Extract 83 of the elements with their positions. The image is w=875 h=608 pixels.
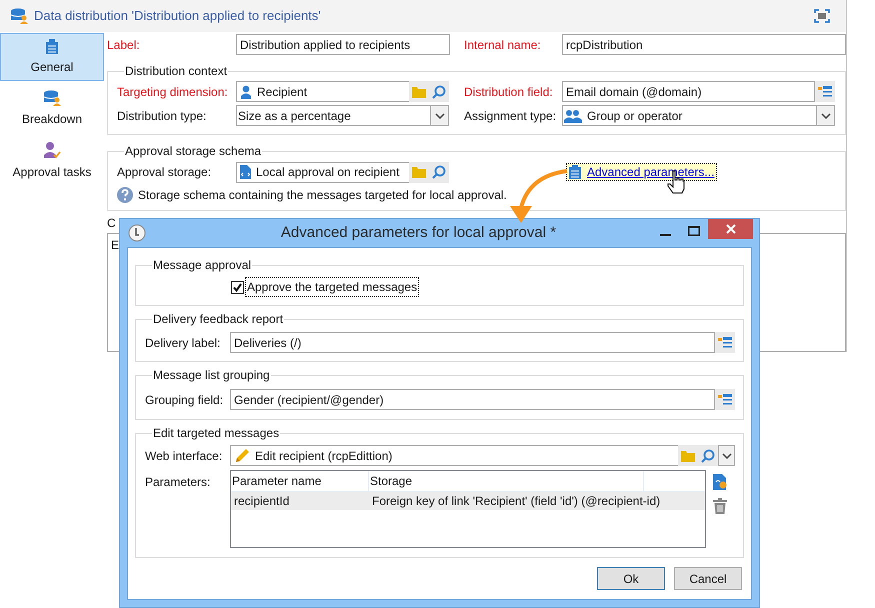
field-label: Approval storage:: [117, 164, 212, 181]
database-icon: [43, 90, 61, 106]
caret-icon: [722, 452, 732, 458]
input-field[interactable]: rcpDistribution: [562, 34, 846, 55]
add-document-icon: [713, 474, 727, 490]
input-field[interactable]: Gender (recipient/@gender): [230, 389, 715, 410]
pencil-icon: [234, 448, 250, 464]
input-field[interactable]: Distribution applied to recipients: [236, 34, 450, 55]
window-title: Data distribution 'Distribution applied to recipients': [34, 7, 321, 26]
sidebar-tab[interactable]: General: [0, 33, 104, 81]
close-icon: [726, 224, 736, 234]
field-label: Delivery label:: [145, 334, 222, 352]
group-title: Edit targeted messages: [152, 425, 280, 442]
table-cell-text: recipientId: [233, 493, 290, 510]
search-button[interactable]: [429, 162, 449, 182]
input-field[interactable]: Recipient: [236, 81, 409, 102]
field-label: Distribution type:: [117, 108, 208, 124]
document-icon: [240, 165, 251, 179]
table-cell-text: Foreign key of link 'Recipient' (field 'id') (@recipient-id): [371, 493, 660, 510]
folder-icon: [412, 86, 426, 98]
minimize-icon: [660, 234, 671, 236]
folder-icon: [412, 166, 426, 178]
input-field[interactable]: Local approval on recipient: [236, 162, 409, 182]
clipboard-icon: [46, 38, 58, 54]
input-field[interactable]: Email domain (@domain): [562, 81, 815, 102]
column-header[interactable]: Parameter name: [231, 471, 369, 491]
group-title: Message list grouping: [152, 367, 271, 384]
folder-button[interactable]: [409, 162, 429, 182]
field-label: Label:: [107, 36, 141, 54]
dropdown[interactable]: Size as a percentage: [236, 105, 449, 126]
dialog-title: Advanced parameters for local approval *: [280, 222, 558, 243]
field-label: Parameters:: [145, 474, 212, 491]
sidebar-tab[interactable]: Approval tasks: [0, 137, 104, 185]
checkbox[interactable]: [231, 280, 244, 294]
dialog-button[interactable]: Cancel: [674, 567, 742, 590]
dialog-button[interactable]: Ok: [597, 567, 665, 590]
sidebar-tab[interactable]: Breakdown: [0, 85, 104, 133]
curved-arrow: [507, 168, 569, 224]
group-title: Message approval: [152, 257, 252, 274]
maximize-icon: [688, 226, 700, 236]
expression-button[interactable]: [715, 332, 735, 353]
dropdown[interactable]: Group or operator: [562, 105, 835, 126]
fullscreen-icon: [814, 9, 830, 23]
field-label: Distribution field:: [464, 84, 554, 100]
input-field[interactable]: Edit recipient (rcpEdittion): [230, 445, 678, 466]
app-icon: [128, 224, 146, 242]
dropdown-button[interactable]: [718, 445, 735, 466]
person-check-icon: [43, 141, 61, 159]
group-title: Approval storage schema: [124, 143, 262, 160]
check-icon: [233, 282, 242, 292]
expression-button[interactable]: [815, 81, 835, 102]
field-label: Assignment type:: [464, 108, 558, 124]
close-button[interactable]: [708, 219, 753, 239]
field-label: Targeting dimension:: [117, 84, 229, 100]
list-icon: [718, 336, 732, 348]
input-field[interactable]: Deliveries (/): [230, 332, 715, 353]
group-title: Delivery feedback report: [152, 311, 284, 328]
caret-icon: [434, 112, 444, 118]
caret-icon: [820, 112, 830, 118]
field-label: Web interface:: [145, 448, 224, 464]
search-icon: [432, 84, 446, 98]
search-icon: [701, 448, 715, 462]
field-label: Grouping field:: [145, 392, 224, 408]
group-title: Distribution context: [124, 63, 228, 80]
search-button[interactable]: [429, 81, 449, 102]
database-icon: [10, 8, 28, 24]
folder-icon: [681, 450, 695, 462]
list-icon: [718, 394, 732, 406]
clipboard-icon: [569, 165, 581, 179]
expression-button[interactable]: [715, 389, 735, 410]
advanced-parameters-link[interactable]: Advanced parameters...: [566, 163, 718, 181]
checkbox-label: Approve the targeted messages: [245, 277, 420, 297]
column-header[interactable]: Storage: [369, 471, 644, 491]
list-icon: [818, 86, 832, 98]
table-row[interactable]: recipientId Foreign key of link 'Recipient' (field 'id') (@recipient-id): [231, 492, 705, 510]
field-label: Internal name:: [464, 36, 542, 54]
person-icon: [240, 84, 252, 98]
section-title: C: [107, 216, 116, 230]
trash-icon: [713, 498, 727, 514]
search-icon: [432, 165, 446, 179]
help-icon: [117, 187, 133, 203]
group-icon: [564, 108, 582, 122]
help-text: Storage schema containing the messages targeted for local approval.: [138, 187, 507, 204]
